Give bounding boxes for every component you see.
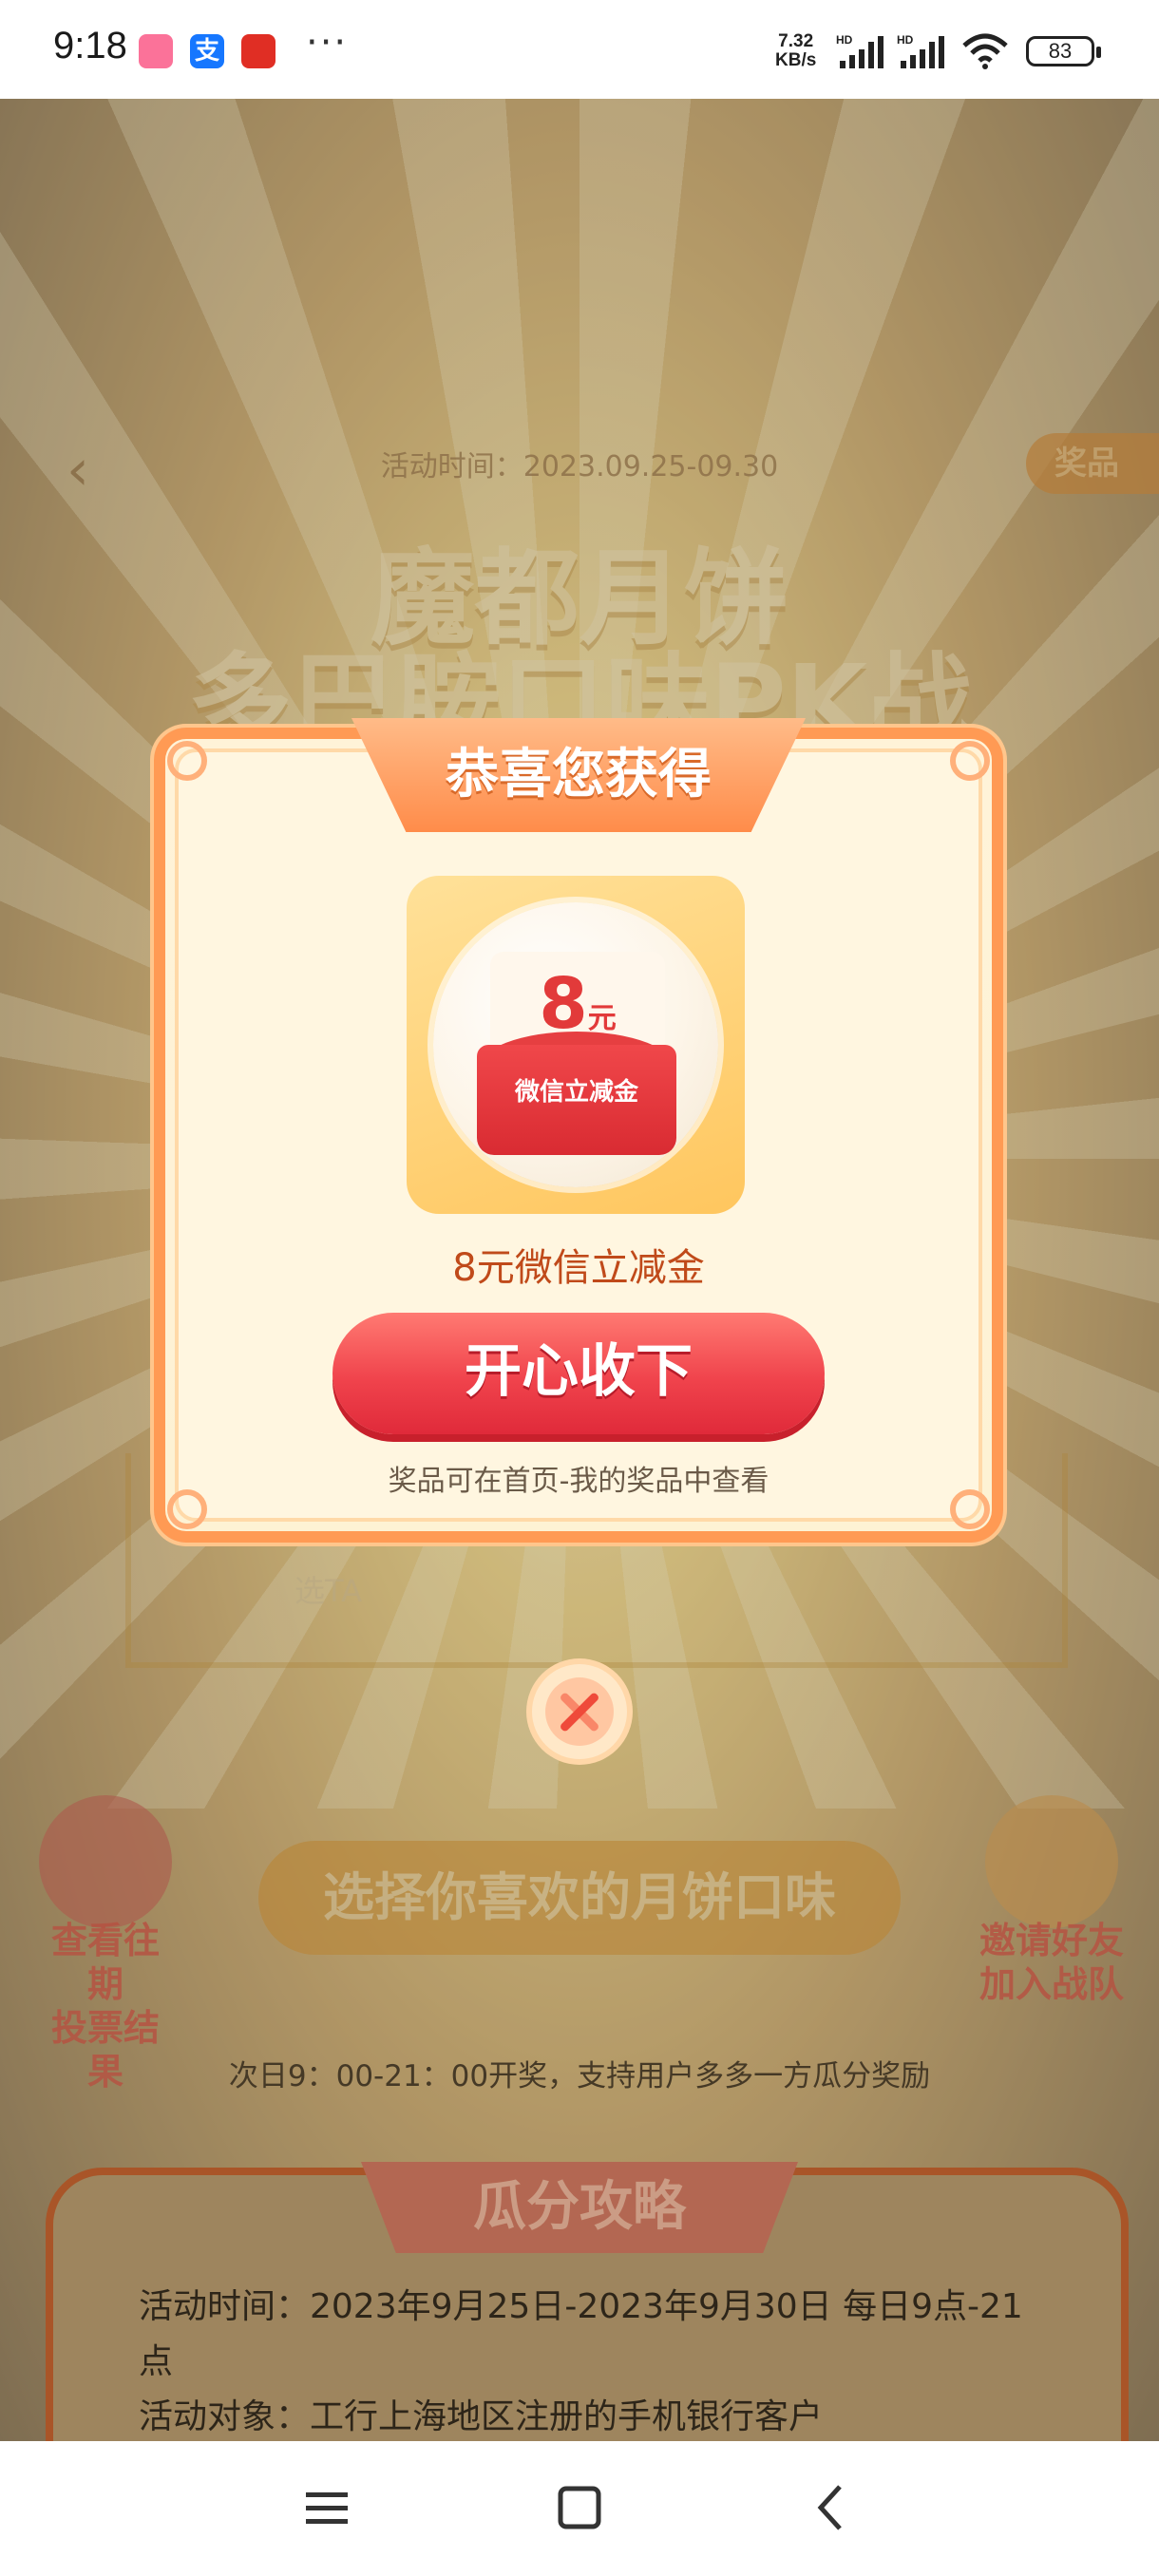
menu-icon[interactable] <box>298 2479 355 2536</box>
signal-hd-icon: HD <box>836 33 884 68</box>
battery-indicator: 83 <box>1026 36 1101 66</box>
close-icon-ring <box>545 1677 614 1746</box>
prize-bubble: 8元 微信立减金 <box>433 902 718 1187</box>
accept-prize-button[interactable]: 开心收下 <box>332 1313 825 1434</box>
svg-text:HD: HD <box>836 33 853 47</box>
network-speed-unit: KB/s <box>775 50 817 70</box>
envelope-label: 微信立减金 <box>514 1078 638 1107</box>
pinduoduo-icon <box>241 34 276 68</box>
wifi-icon <box>962 33 1008 69</box>
network-speed-value: 7.32 <box>778 31 814 51</box>
svg-text:HD: HD <box>897 33 914 47</box>
prize-card: 8元 微信立减金 <box>407 876 745 1214</box>
prize-location-hint: 奖品可在首页-我的奖品中查看 <box>388 1465 770 1498</box>
alipay-icon: 支 <box>190 34 224 68</box>
corner-ornament <box>950 741 990 781</box>
modal-header: 恭喜您获得 <box>352 718 806 832</box>
status-time: 9:18 <box>53 25 127 66</box>
corner-ornament <box>167 741 207 781</box>
prize-name: 8元微信立减金 <box>452 1246 705 1290</box>
more-notifications-icon: ··· <box>306 21 349 65</box>
status-bar: 9:18 支 ··· 7.32 KB/s HD HD 83 <box>0 0 1159 99</box>
home-icon[interactable] <box>551 2479 608 2536</box>
voucher-unit: 元 <box>587 1002 617 1035</box>
back-icon[interactable] <box>804 2479 861 2536</box>
system-nav-bar <box>0 2441 1159 2576</box>
bilibili-icon <box>139 34 173 68</box>
network-speed: 7.32 KB/s <box>775 32 816 70</box>
red-envelope-icon: 微信立减金 <box>477 1045 676 1155</box>
close-icon[interactable] <box>532 1664 627 1759</box>
signal-hd-2-icon: HD <box>897 33 944 68</box>
prize-modal: 恭喜您获得 8元 微信立减金 8元微信立减金 开心收下 奖品可在首页-我的奖品中… <box>154 718 1003 1543</box>
modal-title: 恭喜您获得 <box>446 744 712 805</box>
